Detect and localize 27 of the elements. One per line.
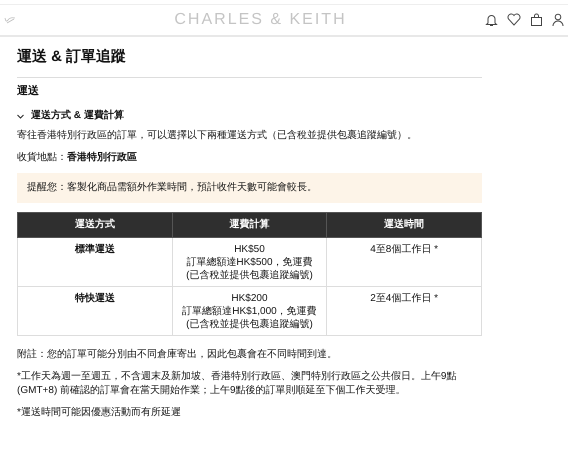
- fee-text: (已含稅並提供包裹追蹤編號): [185, 318, 314, 331]
- bag-icon[interactable]: [530, 13, 543, 27]
- section-heading: 運送: [17, 84, 39, 98]
- fee-text: 訂單總額達HK$500，免運費: [185, 256, 314, 269]
- accordion-title[interactable]: 運送方式 & 運費計算: [31, 109, 124, 123]
- destination-text: 收貨地點：香港特別行政區: [17, 151, 138, 165]
- delivery-time-cell: 2至4個工作日 *: [326, 286, 482, 336]
- heart-icon[interactable]: [507, 13, 521, 26]
- intro-text: 寄往香港特別行政區的訂單，可以選擇以下兩種運送方式（已含稅並提供包裹追蹤編號）。: [17, 129, 418, 143]
- page-title: 運送 & 訂單追蹤: [17, 47, 128, 67]
- chevron-icon[interactable]: [17, 114, 24, 118]
- method-cell: 標準運送: [18, 238, 172, 286]
- method-cell: 特快運送: [18, 286, 172, 336]
- fee-text: HK$200: [230, 292, 269, 305]
- column-header: 運送時間: [326, 212, 482, 238]
- fee-text: (已含稅並提供包裹追蹤編號): [185, 269, 314, 282]
- bell-icon[interactable]: [485, 13, 498, 27]
- fee-text: 訂單總額達HK$1,000，免運費: [181, 305, 318, 318]
- notice-text: 提醒您：客製化商品需額外作業時間，預計收件天數可能會較長。: [27, 182, 317, 193]
- note-text: 附註：您的訂單可能分別由不同倉庫寄出，因此包裹會在不同時間到達。: [17, 348, 338, 362]
- column-header: 運費計算: [172, 212, 327, 238]
- note-text: *運送時間可能因優惠活動而有所延遲: [17, 406, 182, 420]
- note-text: *工作天為週一至週五，不含週末及新加坡、香港特別行政區、澳門特別行政區之公共假日。上午9點(GMT+8) 前確認的訂單會在當天開始作業；上午9點後的訂單則順延至下個工作天受理。: [17, 370, 458, 398]
- column-header: 運送方式: [18, 212, 172, 238]
- account-icon[interactable]: [552, 13, 564, 27]
- fee-text: HK$50: [233, 243, 266, 256]
- delivery-time-cell: 4至8個工作日 *: [326, 238, 482, 286]
